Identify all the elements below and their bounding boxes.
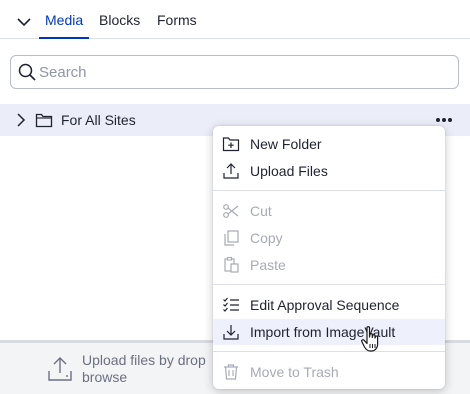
- chevron-right-icon[interactable]: [14, 112, 28, 128]
- context-menu: New Folder Upload Files Cut Copy Paste E…: [213, 126, 445, 389]
- paste-icon: [222, 256, 240, 274]
- menu-label: Paste: [250, 257, 286, 273]
- menu-label: Move to Trash: [250, 364, 339, 380]
- tab-media[interactable]: Media: [39, 12, 90, 39]
- menu-item-edit-approval-sequence[interactable]: Edit Approval Sequence: [213, 292, 445, 318]
- menu-item-import-from-imagevault[interactable]: Import from ImageVault: [213, 319, 445, 345]
- tree-item-label: For All Sites: [61, 112, 136, 128]
- tab-bar: Media Blocks Forms: [0, 0, 470, 39]
- tab-forms[interactable]: Forms: [157, 12, 197, 39]
- new-folder-icon: [222, 135, 240, 153]
- upload-instructions: Upload files by drop browse: [82, 352, 222, 386]
- browse-link[interactable]: browse: [82, 369, 222, 386]
- collapse-chevron-icon[interactable]: [14, 12, 34, 32]
- menu-item-new-folder[interactable]: New Folder: [213, 131, 445, 157]
- menu-divider: [213, 351, 445, 352]
- menu-label: Edit Approval Sequence: [250, 297, 400, 313]
- tab-blocks[interactable]: Blocks: [99, 12, 140, 39]
- menu-label: Upload Files: [250, 163, 328, 179]
- download-icon: [222, 323, 240, 341]
- upload-icon: [46, 355, 74, 383]
- upload-icon: [222, 162, 240, 180]
- menu-divider: [213, 190, 445, 191]
- copy-icon: [222, 229, 240, 247]
- menu-divider: [213, 284, 445, 285]
- menu-item-move-to-trash: Move to Trash: [213, 359, 445, 385]
- menu-label: New Folder: [250, 136, 322, 152]
- trash-icon: [222, 363, 240, 381]
- menu-label: Import from ImageVault: [250, 324, 396, 340]
- search-input[interactable]: [39, 63, 439, 81]
- menu-item-upload-files[interactable]: Upload Files: [213, 158, 445, 184]
- checklist-icon: [222, 296, 240, 314]
- menu-item-paste: Paste: [213, 252, 445, 278]
- menu-item-copy: Copy: [213, 225, 445, 251]
- upload-line-1: Upload files by drop: [82, 352, 206, 368]
- menu-label: Copy: [250, 230, 283, 246]
- folder-icon: [35, 112, 53, 128]
- search-icon: [17, 62, 37, 82]
- search-box[interactable]: [10, 55, 459, 89]
- scissors-icon: [222, 202, 240, 220]
- menu-label: Cut: [250, 203, 272, 219]
- menu-item-cut: Cut: [213, 198, 445, 224]
